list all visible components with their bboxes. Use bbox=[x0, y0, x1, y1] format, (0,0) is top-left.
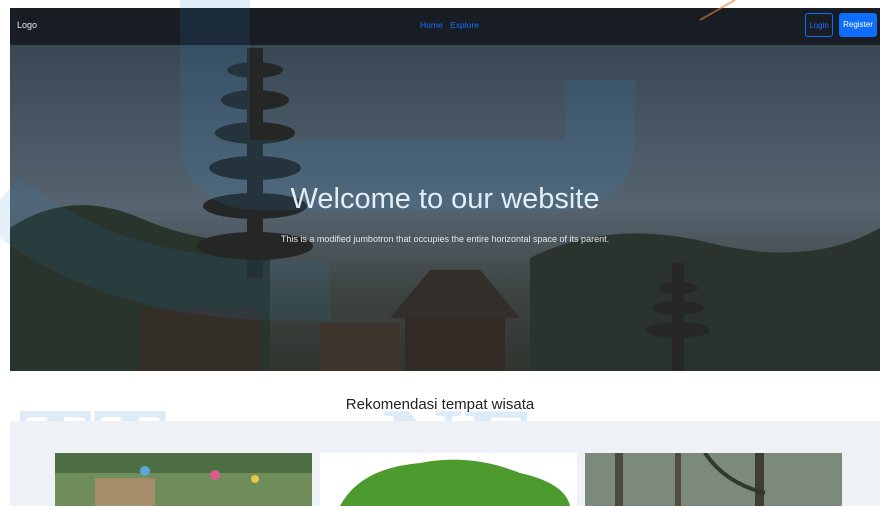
register-button[interactable]: Register bbox=[839, 13, 877, 37]
hero-title: Welcome to our website bbox=[290, 183, 600, 215]
card-image-1[interactable] bbox=[55, 453, 312, 506]
navbar-logo[interactable]: Logo bbox=[17, 20, 37, 30]
navbar: Logo Home Explore Login Register bbox=[10, 8, 880, 45]
card-image-2[interactable] bbox=[320, 453, 577, 506]
nav-link-explore[interactable]: Explore bbox=[450, 20, 479, 30]
nav-links: Home Explore bbox=[420, 20, 484, 30]
login-button[interactable]: Login bbox=[805, 13, 833, 37]
hero-jumbotron: Welcome to our website This is a modifie… bbox=[10, 8, 880, 371]
section-title: Rekomendasi tempat wisata bbox=[345, 396, 535, 413]
card-image-3[interactable] bbox=[585, 453, 842, 506]
nav-link-home[interactable]: Home bbox=[420, 20, 443, 30]
hero-subtitle: This is a modified jumbotron that occupi… bbox=[280, 234, 610, 244]
